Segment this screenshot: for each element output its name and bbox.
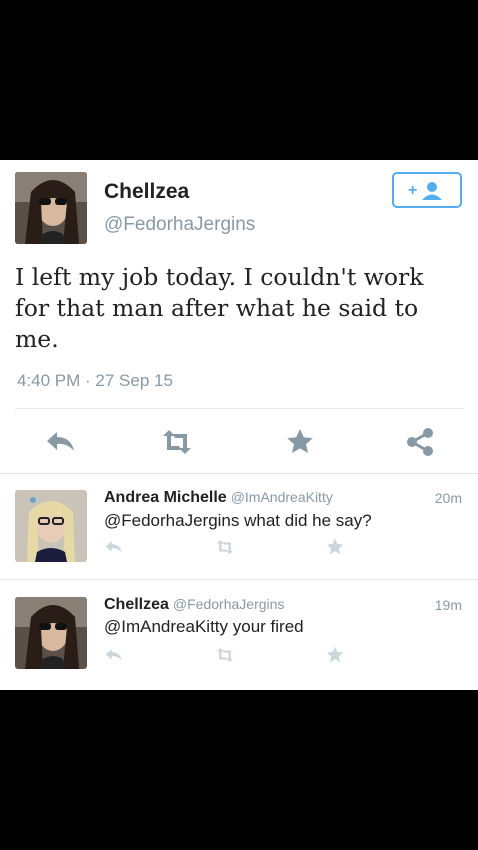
retweet-icon[interactable] <box>214 540 236 554</box>
divider <box>0 473 478 474</box>
tweet-timestamp[interactable]: 4:40 PM · 27 Sep 15 <box>17 371 173 391</box>
favorite-icon[interactable] <box>326 646 344 663</box>
avatar[interactable] <box>15 490 87 562</box>
favorite-icon[interactable] <box>286 428 314 454</box>
retweet-icon[interactable] <box>159 430 195 454</box>
divider <box>15 408 463 409</box>
user-handle[interactable]: @FedorhaJergins <box>104 214 255 236</box>
reply-display-name[interactable]: Andrea Michelle <box>104 489 227 506</box>
reply-handle[interactable]: @ImAndreaKitty <box>231 489 333 505</box>
avatar[interactable] <box>15 597 87 669</box>
reply-icon[interactable] <box>45 430 77 454</box>
reply-time[interactable]: 19m <box>435 597 462 613</box>
reply-display-name[interactable]: Chellzea <box>104 596 169 613</box>
tweet-text: I left my job today. I couldn't work for… <box>15 263 424 353</box>
follow-button[interactable]: + <box>392 172 462 208</box>
add-user-icon: + <box>408 182 442 200</box>
reply-text: @ImAndreaKitty your fired <box>104 617 304 636</box>
reply-text: @FedorhaJergins what did he say? <box>104 511 372 530</box>
divider <box>0 579 478 580</box>
reply-time[interactable]: 20m <box>435 490 462 506</box>
reply-icon[interactable] <box>104 540 124 554</box>
share-icon[interactable] <box>406 428 434 456</box>
reply-author[interactable]: Andrea Michelle @ImAndreaKitty <box>104 489 333 507</box>
reply-icon[interactable] <box>104 648 124 662</box>
avatar[interactable] <box>15 172 87 244</box>
svg-text:+: + <box>408 182 417 199</box>
display-name[interactable]: Chellzea <box>104 180 189 204</box>
retweet-icon[interactable] <box>214 648 236 662</box>
reply-handle[interactable]: @FedorhaJergins <box>173 596 285 612</box>
favorite-icon[interactable] <box>326 538 344 555</box>
reply-author[interactable]: Chellzea @FedorhaJergins <box>104 596 284 614</box>
